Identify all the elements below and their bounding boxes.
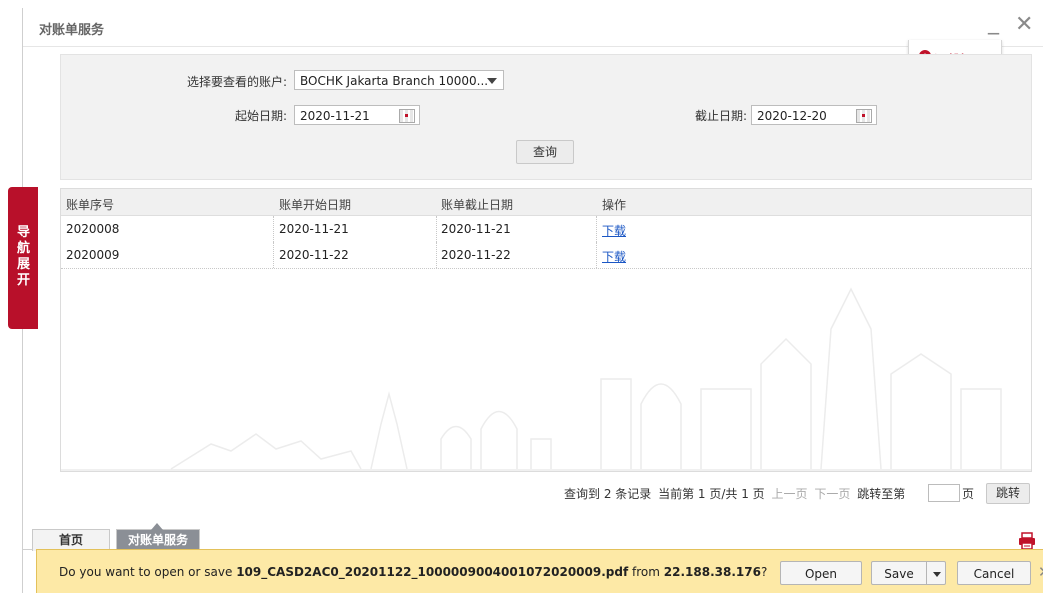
download-message: Do you want to open or save 109_CASD2AC0… — [59, 565, 767, 579]
column-divider — [596, 242, 598, 268]
search-button[interactable]: 查询 — [516, 140, 574, 164]
column-divider — [596, 216, 598, 242]
table-row: 2020009 2020-11-22 2020-11-22 下载 — [61, 242, 1031, 269]
account-select-value: BOCHK Jakarta Branch 10000... — [300, 74, 489, 88]
download-prefix: Do you want to open or save — [59, 565, 233, 579]
end-date-input[interactable]: 2020-12-20 — [751, 105, 877, 125]
download-filename: 109_CASD2AC0_20201122_100000900400107202… — [236, 565, 629, 579]
column-divider — [273, 216, 275, 242]
window-title: 对账单服务 — [39, 23, 105, 38]
column-header-action: 操作 — [602, 198, 627, 212]
calendar-icon[interactable] — [399, 109, 415, 123]
nav-expand-tab[interactable]: 导航展开 — [8, 187, 38, 329]
cell-end-date: 2020-11-22 — [441, 248, 511, 262]
cancel-button[interactable]: Cancel — [957, 561, 1031, 585]
open-button[interactable]: Open — [780, 561, 862, 585]
column-header-end-date: 账单截止日期 — [441, 198, 514, 212]
close-icon[interactable]: ✕ — [1038, 563, 1043, 581]
table-header: 账单序号 账单开始日期 账单截止日期 操作 — [61, 189, 1031, 216]
prev-page-button[interactable]: 上一页 — [772, 487, 808, 501]
chevron-down-icon — [487, 78, 497, 84]
save-options-dropdown[interactable] — [926, 561, 946, 585]
minimize-icon[interactable]: _ — [988, 10, 999, 35]
download-link[interactable]: 下载 — [602, 248, 626, 265]
column-divider — [436, 242, 438, 268]
column-header-start-date: 账单开始日期 — [279, 198, 352, 212]
cell-statement-no: 2020008 — [66, 222, 120, 236]
start-date-label: 起始日期: — [235, 109, 288, 123]
printer-icon[interactable] — [1018, 532, 1036, 550]
page-unit-label: 页 — [962, 487, 975, 501]
jump-button[interactable]: 跳转 — [986, 483, 1030, 504]
page-indicator: 当前第 1 页/共 1 页 — [658, 487, 765, 501]
column-header-statement-no: 账单序号 — [66, 198, 115, 212]
download-from: from — [632, 565, 660, 579]
query-panel: 选择要查看的账户: BOCHK Jakarta Branch 10000... … — [60, 54, 1032, 180]
close-icon[interactable]: ✕ — [1015, 12, 1033, 37]
download-link[interactable]: 下载 — [602, 222, 626, 239]
download-notification-bar: Do you want to open or save 109_CASD2AC0… — [36, 549, 1043, 593]
column-divider — [436, 216, 438, 242]
calendar-icon[interactable] — [856, 109, 872, 123]
account-select[interactable]: BOCHK Jakarta Branch 10000... — [294, 70, 504, 90]
page-number-input[interactable] — [928, 484, 960, 502]
start-date-value: 2020-11-21 — [300, 109, 370, 123]
pagination: 查询到 2 条记录 当前第 1 页/共 1 页 上一页 下一页 跳转至第 — [564, 485, 908, 502]
table-row: 2020008 2020-11-21 2020-11-21 下载 — [61, 216, 1031, 243]
cell-end-date: 2020-11-21 — [441, 222, 511, 236]
record-count: 查询到 2 条记录 — [564, 487, 652, 501]
cell-start-date: 2020-11-22 — [279, 248, 349, 262]
column-divider — [273, 242, 275, 268]
next-page-button[interactable]: 下一页 — [814, 487, 850, 501]
tab-home[interactable]: 首页 — [32, 529, 110, 551]
end-date-value: 2020-12-20 — [757, 109, 827, 123]
save-button[interactable]: Save — [871, 561, 927, 585]
cell-start-date: 2020-11-21 — [279, 222, 349, 236]
account-label: 选择要查看的账户: — [187, 75, 288, 89]
nav-expand-label: 导航展开 — [17, 225, 31, 288]
statement-table: 账单序号 账单开始日期 账单截止日期 操作 2020008 2020-11-21… — [60, 188, 1032, 472]
title-bar: 对账单服务 _ ✕ — [23, 8, 1043, 47]
download-suffix: ? — [760, 565, 768, 579]
tab-statement-service[interactable]: 对账单服务 — [116, 523, 200, 551]
start-date-input[interactable]: 2020-11-21 — [294, 105, 420, 125]
cell-statement-no: 2020009 — [66, 248, 120, 262]
jump-to-label: 跳转至第 — [857, 487, 906, 501]
end-date-label: 截止日期: — [695, 109, 748, 123]
download-host: 22.188.38.176 — [663, 565, 761, 579]
